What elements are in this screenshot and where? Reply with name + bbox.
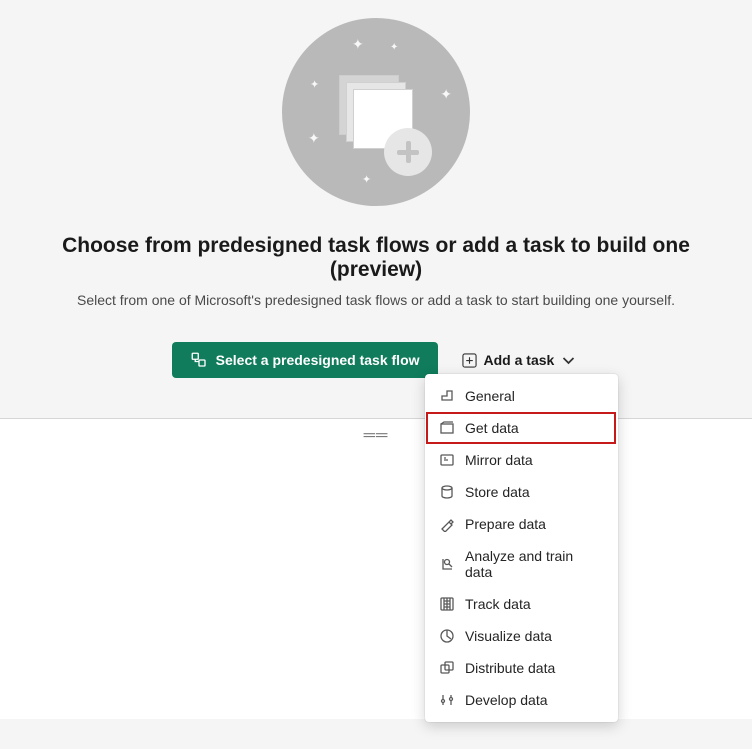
menu-item-label: Prepare data [465,516,546,532]
secondary-button-label: Add a task [484,352,555,368]
primary-button-label: Select a predesigned task flow [216,352,420,368]
plus-icon [384,128,432,176]
menu-item-label: Analyze and train data [465,548,604,580]
menu-item-analyze-data[interactable]: Analyze and train data [425,540,618,588]
add-task-menu: General Get data Mirror data Store data … [425,374,618,722]
menu-item-track-data[interactable]: Track data [425,588,618,620]
flow-icon [190,351,208,369]
menu-item-develop-data[interactable]: Develop data [425,684,618,716]
track-data-icon [439,596,455,612]
prepare-data-icon [439,516,455,532]
analyze-data-icon [439,556,455,572]
develop-data-icon [439,692,455,708]
menu-item-label: Develop data [465,692,548,708]
mirror-data-icon [439,452,455,468]
hero-illustration: ✦ ✦ ✦ ✦ ✦ ✦ ✦ [0,18,752,206]
menu-item-distribute-data[interactable]: Distribute data [425,652,618,684]
menu-item-store-data[interactable]: Store data [425,476,618,508]
menu-item-label: Store data [465,484,530,500]
menu-item-get-data[interactable]: Get data [425,412,618,444]
plus-square-icon [462,353,477,368]
menu-item-mirror-data[interactable]: Mirror data [425,444,618,476]
chevron-down-icon [561,353,576,368]
menu-item-label: Visualize data [465,628,552,644]
menu-item-label: Get data [465,420,519,436]
menu-item-label: Track data [465,596,531,612]
drag-handle[interactable]: ══ [0,419,752,445]
page-heading: Choose from predesigned task flows or ad… [0,234,752,282]
add-task-button[interactable]: Add a task [458,343,581,377]
general-icon [439,388,455,404]
menu-item-label: Mirror data [465,452,533,468]
distribute-data-icon [439,660,455,676]
page-subheading: Select from one of Microsoft's predesign… [0,292,752,308]
menu-item-label: Distribute data [465,660,555,676]
visualize-data-icon [439,628,455,644]
action-row: Select a predesigned task flow Add a tas… [0,342,752,378]
hero-circle: ✦ ✦ ✦ ✦ ✦ ✦ ✦ [282,18,470,206]
menu-item-general[interactable]: General [425,380,618,412]
menu-item-prepare-data[interactable]: Prepare data [425,508,618,540]
lower-panel: ══ [0,419,752,719]
menu-item-label: General [465,388,515,404]
store-data-icon [439,484,455,500]
empty-state-panel: ✦ ✦ ✦ ✦ ✦ ✦ ✦ Choose from predesigned ta… [0,0,752,418]
get-data-icon [439,420,455,436]
menu-item-visualize-data[interactable]: Visualize data [425,620,618,652]
select-predesigned-button[interactable]: Select a predesigned task flow [172,342,438,378]
